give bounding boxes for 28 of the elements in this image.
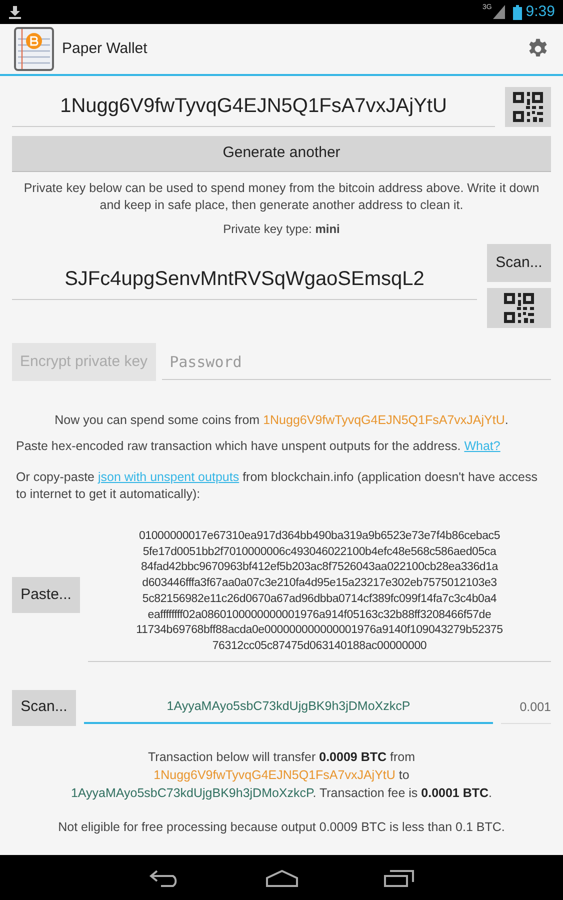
signal-icon bbox=[492, 5, 505, 19]
battery-icon bbox=[512, 4, 522, 20]
scan-button[interactable]: Scan... bbox=[487, 244, 551, 282]
paste-button[interactable]: Paste... bbox=[12, 577, 80, 614]
qr-code-button[interactable] bbox=[487, 288, 551, 328]
home-icon[interactable] bbox=[264, 868, 298, 886]
amount-field[interactable]: 0.001 bbox=[501, 692, 551, 724]
generate-button[interactable]: Generate another bbox=[12, 136, 551, 172]
qr-code-icon bbox=[504, 293, 534, 323]
json-note: Or copy-paste json with unspent outputs from blockchain.info (application doesn't have access to internet to get it automatically): bbox=[15, 469, 538, 503]
notebook-coin-icon[interactable] bbox=[14, 27, 54, 71]
paste-note: Paste hex-encoded raw transaction which have unspent outputs for the address. What? bbox=[15, 438, 502, 455]
recipient-address-field[interactable]: 1AyyaMAyo5sbC73kdUjgBK9h3jDMoXzkcP bbox=[84, 691, 493, 724]
private-key-note: Private key below can be used to spend money from the bitcoin address above. Write it down and keep in safe place, then generate another address to clean it. bbox=[22, 180, 540, 214]
spend-note: Now you can spend some coins from 1Nugg6V9fwTyvqG4EJN5Q1FsA7vxJAjYtU. bbox=[54, 412, 510, 429]
private-key-type: Private key type: mini bbox=[222, 221, 341, 238]
clock: 9:39 bbox=[526, 2, 555, 22]
scan-button[interactable]: Scan... bbox=[12, 690, 76, 726]
address-field[interactable]: 1Nugg6V9fwTyvqG4EJN5Q1FsA7vxJAjYtU bbox=[12, 86, 495, 127]
raw-transaction-field[interactable]: 01000000017e67310ea917d364bb490ba319a9b6523e73e7f4b86cebac5 5fe17d0051bb2f7010000006c493046022100b4efc48e568c586aed05ca 84fad42bbc9670963bf412ef5b203ac8f7526043aa022100cb28ea336d1a d603446fffa3f67aa0a07c3e210fa4d95e15a23217e302eb7575012103e3 5c82156982e11c26d0670a67ad96dbba0714cf389fc099f14fa7c3c4b0a4 eaffffffff02a0860100000000001976a914f05163c32b88ff3208466f57de 11734b69768bff88acda0e000000000000001976a9140f109043279b52375 76312cc05c87475d063140188ac00000000 bbox=[88, 529, 551, 662]
app-title: Paper Wallet bbox=[62, 38, 148, 59]
download-icon bbox=[8, 5, 22, 19]
recent-apps-icon[interactable] bbox=[382, 868, 414, 886]
private-key-field[interactable]: SJFc4upgSenvMntRVSqWgaoSEmsqL2 bbox=[12, 259, 477, 300]
transfer-note: Transaction below will transfer 0.0009 BTC from 1Nugg6V9fwTyvqG4EJN5Q1FsA7vxJAjYtU to 1AyyaMAyo5sbC73kdUjgBK9h3jDMoXzkcP. Transaction fee is 0.0001 BTC. bbox=[70, 748, 494, 802]
eligibility-note: Not eligible for free processing because output 0.0009 BTC is less than 0.1 BTC. bbox=[57, 818, 506, 836]
qr-code-icon bbox=[513, 92, 543, 122]
qr-code-button[interactable] bbox=[505, 86, 551, 126]
